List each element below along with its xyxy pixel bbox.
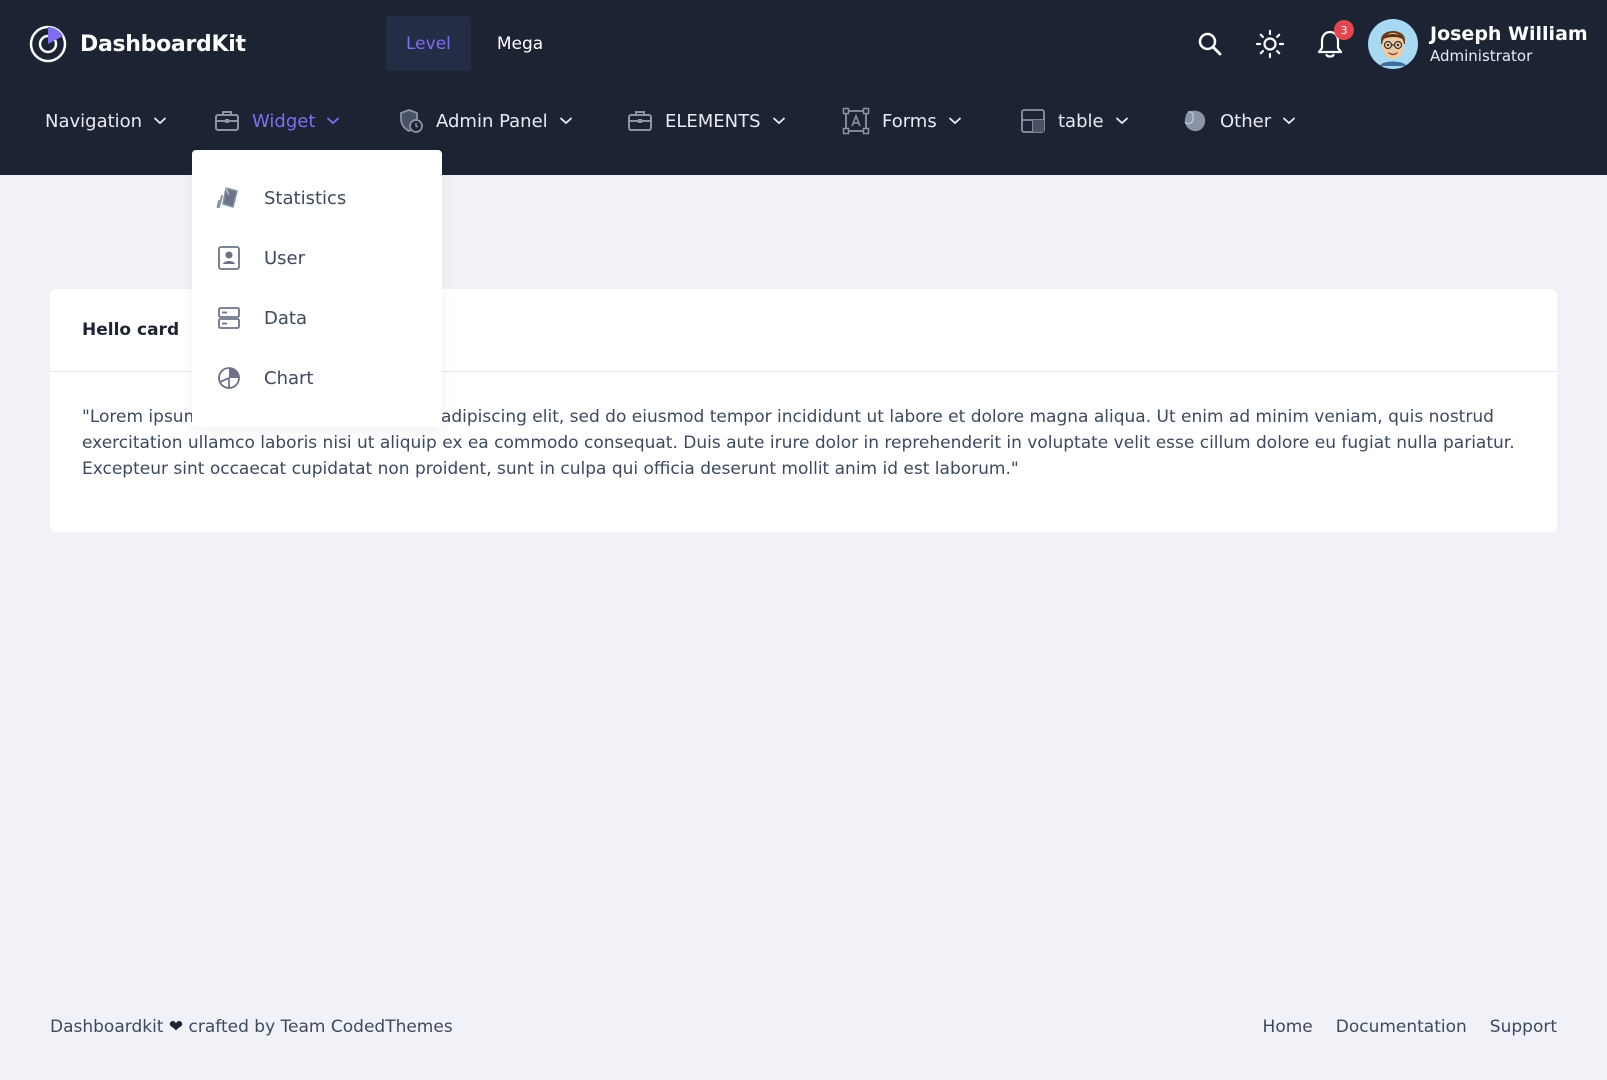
briefcase-icon: [628, 111, 652, 131]
footer-link-documentation[interactable]: Documentation: [1336, 1017, 1467, 1037]
footer-link-support[interactable]: Support: [1490, 1017, 1557, 1037]
dropdown-item-label: User: [264, 247, 306, 269]
chevron-down-icon: [1115, 117, 1128, 125]
dropdown-item-user[interactable]: User: [192, 228, 442, 288]
user-profile[interactable]: Joseph William Administrator: [1368, 19, 1588, 69]
dropdown-item-label: Data: [264, 307, 307, 329]
search-button[interactable]: [1190, 22, 1230, 66]
top-navbar: DashboardKit Level Mega 3 Joseph William…: [0, 0, 1607, 175]
top-tabs: Level Mega: [386, 16, 563, 71]
menu-table[interactable]: table: [1020, 92, 1128, 150]
card-title: Hello card: [82, 320, 180, 340]
briefcase-icon: [215, 111, 239, 131]
menu-widget[interactable]: Widget: [214, 92, 340, 150]
chevron-down-icon: [559, 117, 572, 125]
menu-label: ELEMENTS: [665, 110, 761, 132]
menu-elements[interactable]: ELEMENTS: [627, 92, 785, 150]
avatar-face-icon: [1380, 31, 1406, 66]
theme-toggle-button[interactable]: [1250, 22, 1290, 66]
footer-links: Home Documentation Support: [1263, 1017, 1557, 1037]
header-actions: 3: [1190, 20, 1354, 66]
logo-icon: [29, 25, 67, 63]
footer: Dashboardkit ❤ crafted by Team CodedThem…: [50, 1017, 1557, 1037]
chevron-down-icon: [327, 117, 340, 125]
menu-admin-panel[interactable]: Admin Panel: [398, 92, 572, 150]
chevron-down-icon: [154, 117, 166, 125]
menu-label: Widget: [252, 110, 316, 132]
sun-icon: [1255, 29, 1285, 59]
dropdown-item-statistics[interactable]: Statistics: [192, 168, 442, 228]
menu-navigation[interactable]: Navigation: [45, 92, 166, 150]
blob-icon: [1184, 110, 1206, 132]
brand[interactable]: DashboardKit: [28, 24, 246, 64]
footer-credit: Dashboardkit ❤ crafted by Team CodedThem…: [50, 1017, 453, 1037]
chevron-down-icon: [948, 117, 961, 125]
user-name: Joseph William: [1430, 23, 1588, 45]
dropdown-item-chart[interactable]: Chart: [192, 348, 442, 408]
dropdown-item-data[interactable]: Data: [192, 288, 442, 348]
menu-label: Other: [1220, 110, 1272, 132]
statistics-icon: [216, 187, 238, 208]
user-card-icon: [218, 246, 240, 270]
user-role: Administrator: [1430, 47, 1533, 65]
menu-label: Navigation: [45, 110, 143, 132]
menu-label: Forms: [882, 110, 937, 132]
footer-link-home[interactable]: Home: [1263, 1017, 1313, 1037]
tab-mega[interactable]: Mega: [477, 16, 563, 71]
main-menu: Navigation Widget Admin Panel ELEMENTS F…: [0, 92, 1607, 150]
dropdown-item-label: Statistics: [264, 187, 347, 209]
menu-label: Admin Panel: [436, 110, 548, 132]
text-frame-icon: [842, 107, 870, 135]
avatar: [1368, 19, 1418, 69]
chevron-down-icon: [772, 117, 785, 125]
notifications-button[interactable]: 3: [1310, 20, 1354, 66]
chevron-down-icon: [1283, 117, 1296, 125]
widget-dropdown-menu: Statistics User Data Chart: [192, 150, 442, 427]
layout-table-icon: [1021, 109, 1045, 133]
menu-other[interactable]: Other: [1182, 92, 1296, 150]
search-icon: [1198, 32, 1222, 56]
footer-brand: Dashboardkit: [50, 1017, 164, 1037]
dropdown-item-label: Chart: [264, 367, 314, 389]
shield-clock-icon: [400, 109, 423, 133]
footer-credit-text: crafted by Team CodedThemes: [188, 1017, 453, 1037]
tab-level[interactable]: Level: [386, 16, 471, 71]
menu-forms[interactable]: Forms: [842, 92, 961, 150]
notification-badge: 3: [1334, 20, 1354, 40]
menu-label: table: [1058, 110, 1104, 132]
brand-name: DashboardKit: [80, 31, 246, 57]
pie-chart-icon: [218, 367, 240, 389]
server-icon: [218, 307, 240, 329]
heart-icon: ❤: [168, 1017, 184, 1037]
